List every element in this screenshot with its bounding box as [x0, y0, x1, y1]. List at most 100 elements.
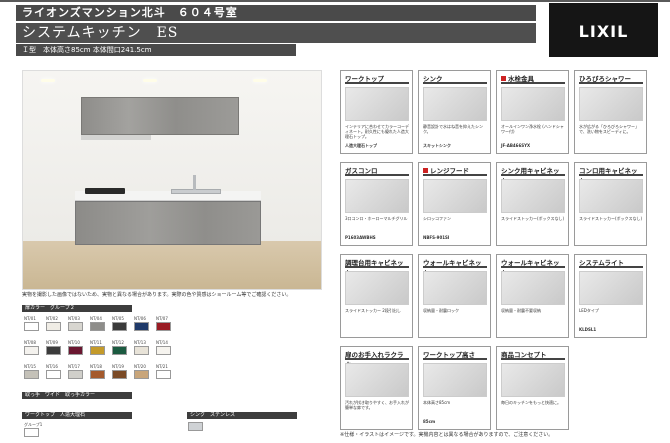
- swatch-code: NT/13: [134, 340, 146, 345]
- ceiling-light: [253, 79, 267, 82]
- card-caption: JF-AB466SYX: [501, 143, 531, 148]
- color-swatch[interactable]: [90, 370, 105, 379]
- property-title: ライオンズマンション北斗 ６０４号室: [16, 5, 536, 21]
- color-swatch[interactable]: [156, 370, 171, 379]
- color-swatch[interactable]: [24, 346, 39, 355]
- color-swatch[interactable]: [68, 346, 83, 355]
- sink: [171, 189, 221, 194]
- color-swatch[interactable]: [24, 370, 39, 379]
- upper-cabinet: [81, 97, 239, 135]
- feature-card: シンク用キャビネットスライドストッカー(ボックスなし): [496, 162, 569, 246]
- card-description: オールインワン浄水栓 (ハンドシャワー付): [501, 124, 564, 134]
- color-swatch[interactable]: [134, 346, 149, 355]
- feature-card: ウォールキャビネット収納量・耐震不要収納: [496, 254, 569, 338]
- card-image: [579, 179, 643, 213]
- card-description: 毎日のキッチンをもっと快適に。: [501, 400, 561, 405]
- color-chart: 実物を撮影した画像ではないため、実物と異なる場合があります。実際の色や質感はショ…: [22, 292, 322, 438]
- card-image: [501, 87, 565, 121]
- handle-heading: 取っ手 ワイド 取っ手カラー: [22, 392, 132, 399]
- color-swatch[interactable]: [156, 322, 171, 331]
- swatch-code: NT/18: [90, 364, 102, 369]
- brand-logo: LIXIL: [549, 3, 658, 57]
- color-swatch[interactable]: [112, 322, 127, 331]
- card-image: [423, 271, 487, 305]
- color-swatch[interactable]: [46, 322, 61, 331]
- card-description: 静音設計で水はね音を抑えたシンク。: [423, 124, 483, 134]
- color-swatch[interactable]: [46, 346, 61, 355]
- feature-card: コンロ用キャビネットスライドストッカー(ボックスなし): [574, 162, 647, 246]
- card-description: 収納量・耐震ロック: [423, 308, 459, 313]
- swatch-code: NT/06: [134, 316, 146, 321]
- card-description: 収納量・耐震不要収納: [501, 308, 541, 313]
- card-description: LEDタイプ: [579, 308, 599, 313]
- sink-heading: シンク ステンレス: [187, 412, 297, 419]
- card-title: シンク: [423, 74, 487, 84]
- card-description: インテリアに合わせてカラーコーディネート。耐久性にも優れた人造大理石トップ。: [345, 124, 409, 139]
- swatch-code: NT/15: [24, 364, 36, 369]
- card-title: 商品コンセプト: [501, 350, 565, 360]
- card-title: ウォールキャビネット: [423, 258, 487, 277]
- swatch-code: NT/03: [68, 316, 80, 321]
- color-swatch[interactable]: [134, 322, 149, 331]
- card-image: [423, 87, 487, 121]
- ceiling-light: [41, 79, 55, 82]
- card-description: シロッコファン: [423, 216, 451, 221]
- card-caption: NBFS-901SI: [423, 235, 450, 240]
- card-title: ガスコンロ: [345, 166, 409, 176]
- swatch-code: NT/12: [112, 340, 124, 345]
- card-image: [423, 179, 487, 213]
- card-title: コンロ用キャビネット: [579, 166, 643, 185]
- swatch-code: NT/11: [90, 340, 102, 345]
- color-swatch[interactable]: [90, 322, 105, 331]
- product-spec: Ｉ型 本体高さ85cm 本体間口241.5cm: [16, 44, 296, 56]
- door-color-heading: 扉カラー グループ２: [22, 305, 132, 312]
- feature-card: 水栓金具 オールインワン浄水栓 (ハンドシャワー付) JF-AB466SYX: [496, 70, 569, 154]
- card-caption: KLDSL1: [579, 327, 597, 332]
- floor: [23, 241, 321, 289]
- feature-card: ガスコンロ 3口コンロ・ホーローマルチグリル P1603AWBHS: [340, 162, 413, 246]
- card-image: [501, 271, 565, 305]
- feature-card: 商品コンセプト毎日のキッチンをもっと快適に。: [496, 346, 569, 430]
- worktop-swatch[interactable]: [24, 428, 39, 437]
- card-caption: 人造大理石トップ: [345, 143, 377, 148]
- card-image: [501, 179, 565, 213]
- base-cabinet: [75, 201, 261, 245]
- range-hood: [81, 135, 151, 140]
- swatch-code: NT/14: [156, 340, 168, 345]
- product-title: システムキッチン ES: [16, 23, 536, 43]
- feature-card: ワークトップ高さ 本体高さ85cm 85cm: [418, 346, 491, 430]
- color-swatch[interactable]: [46, 370, 61, 379]
- faucet: [193, 175, 196, 190]
- swatch-code: NT/10: [68, 340, 80, 345]
- swatch-code: NT/09: [46, 340, 58, 345]
- card-image: [579, 271, 643, 305]
- feature-card: 調理台用キャビネットスライドストッカー 2段引出し: [340, 254, 413, 338]
- card-description: スライドストッカー(ボックスなし): [501, 216, 565, 221]
- swatch-code: NT/08: [24, 340, 36, 345]
- kitchen-rendering: [22, 70, 322, 290]
- color-swatch[interactable]: [24, 322, 39, 331]
- color-swatch[interactable]: [112, 370, 127, 379]
- card-title: 扉のお手入れラクラク: [345, 350, 409, 369]
- color-swatch[interactable]: [68, 322, 83, 331]
- color-swatch[interactable]: [134, 370, 149, 379]
- color-swatch[interactable]: [156, 346, 171, 355]
- card-image: [423, 363, 487, 397]
- card-title: ひろびろシャワー: [579, 74, 643, 84]
- sink-swatch[interactable]: [188, 422, 203, 431]
- ceiling-light: [143, 79, 157, 82]
- feature-card: ウォールキャビネット収納量・耐震ロック: [418, 254, 491, 338]
- color-swatch[interactable]: [112, 346, 127, 355]
- card-image: [345, 271, 409, 305]
- swatch-code: NT/07: [156, 316, 168, 321]
- feature-card: レンジフード シロッコファン NBFS-901SI: [418, 162, 491, 246]
- card-caption: スキットシンク: [423, 143, 451, 148]
- color-swatch[interactable]: [68, 370, 83, 379]
- card-description: スライドストッカー 2段引出し: [345, 308, 401, 313]
- color-swatch[interactable]: [90, 346, 105, 355]
- swatch-code: NT/16: [46, 364, 58, 369]
- card-title: シンク用キャビネット: [501, 166, 565, 185]
- card-caption: 85cm: [423, 419, 436, 424]
- feature-card: システムライト LEDタイプ KLDSL1: [574, 254, 647, 338]
- swatch-code: NT/17: [68, 364, 80, 369]
